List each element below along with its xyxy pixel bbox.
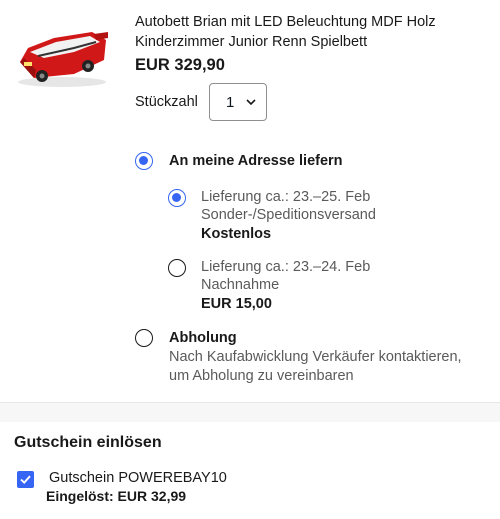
quantity-value: 1 xyxy=(226,94,235,111)
product-image[interactable] xyxy=(14,26,110,90)
shipping-option-freight-cost: Kostenlos xyxy=(201,226,272,242)
checkmark-icon xyxy=(20,475,31,484)
shipping-option-freight-radio[interactable] xyxy=(168,189,186,207)
section-divider xyxy=(0,402,500,422)
quantity-select[interactable]: 1 xyxy=(209,83,267,121)
pickup-label: Abholung xyxy=(169,330,237,346)
product-price: EUR 329,90 xyxy=(135,56,225,74)
coupon-section-title: Gutschein einlösen xyxy=(14,434,162,451)
shipping-option-cod-cost: EUR 15,00 xyxy=(201,296,272,312)
race-car-bed-icon xyxy=(18,32,108,87)
pickup-radio[interactable] xyxy=(135,329,153,347)
shipping-option-cod-radio[interactable] xyxy=(168,259,186,277)
deliver-to-address-label: An meine Adresse liefern xyxy=(169,153,343,169)
shipping-option-cod-date: Lieferung ca.: 23.–24. Feb xyxy=(201,259,371,275)
product-title[interactable]: Autobett Brian mit LED Beleuchtung MDF H… xyxy=(135,12,475,52)
coupon-name: Gutschein POWEREBAY10 xyxy=(49,470,227,486)
shipping-option-cod-method: Nachnahme xyxy=(201,277,280,293)
deliver-to-address-radio[interactable] xyxy=(135,152,153,170)
shipping-option-freight-date: Lieferung ca.: 23.–25. Feb xyxy=(201,189,371,205)
shipping-option-freight-method: Sonder-/Speditionsversand xyxy=(201,207,376,223)
quantity-label: Stückzahl xyxy=(135,94,198,110)
chevron-down-icon xyxy=(246,99,256,106)
coupon-checkbox[interactable] xyxy=(17,471,34,488)
coupon-applied-amount: Eingelöst: EUR 32,99 xyxy=(46,488,187,504)
pickup-description-line2: um Abholung zu vereinbaren xyxy=(169,368,354,384)
pickup-description-line1: Nach Kaufabwicklung Verkäufer kontaktier… xyxy=(169,349,462,365)
